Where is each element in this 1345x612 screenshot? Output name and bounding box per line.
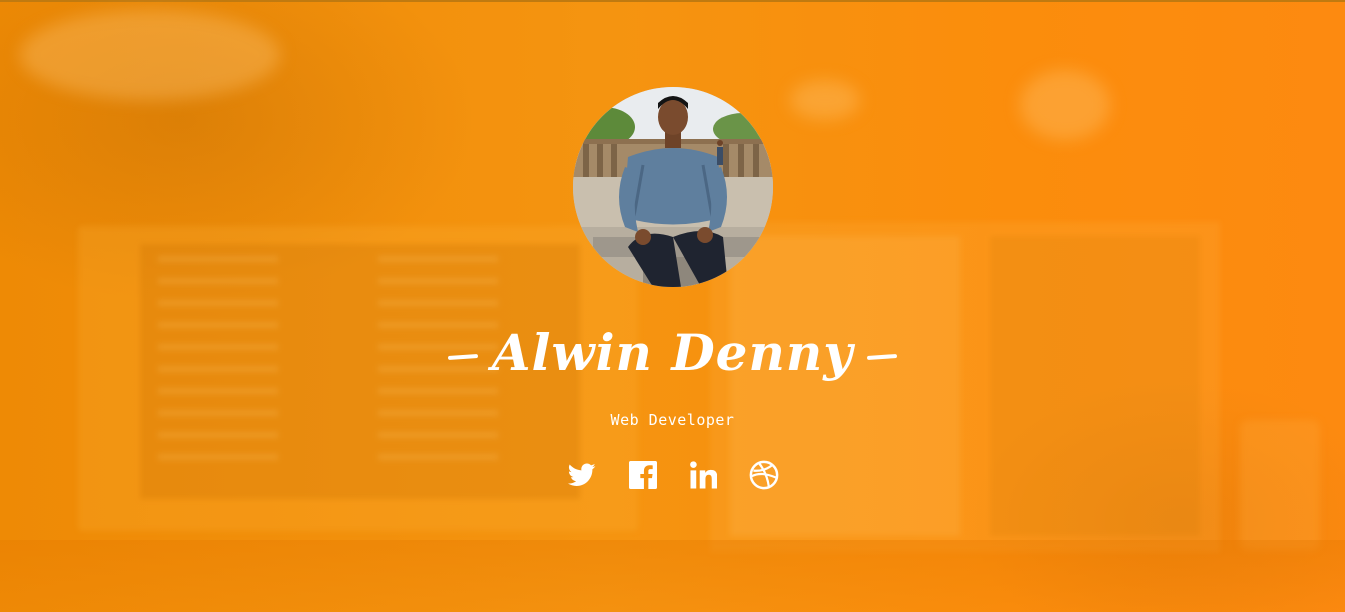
twitter-icon [568, 463, 596, 486]
social-links [566, 458, 780, 492]
profile-name-text: Alwin Denny [491, 323, 854, 382]
avatar-photo [573, 87, 773, 287]
name-dash-right [867, 353, 898, 361]
linkedin-icon [690, 461, 718, 489]
facebook-icon [628, 461, 657, 489]
name-dash-left [447, 353, 478, 361]
profile-role: Web Developer [610, 411, 735, 429]
twitter-link[interactable] [566, 459, 598, 491]
facebook-link[interactable] [627, 459, 659, 491]
profile-name: Alwin Denny [0, 318, 1345, 388]
profile-section: Alwin Denny Web Developer [0, 0, 1345, 612]
dribbble-icon [749, 460, 779, 490]
avatar [573, 87, 773, 287]
linkedin-link[interactable] [687, 459, 719, 491]
dribbble-link[interactable] [748, 459, 780, 491]
